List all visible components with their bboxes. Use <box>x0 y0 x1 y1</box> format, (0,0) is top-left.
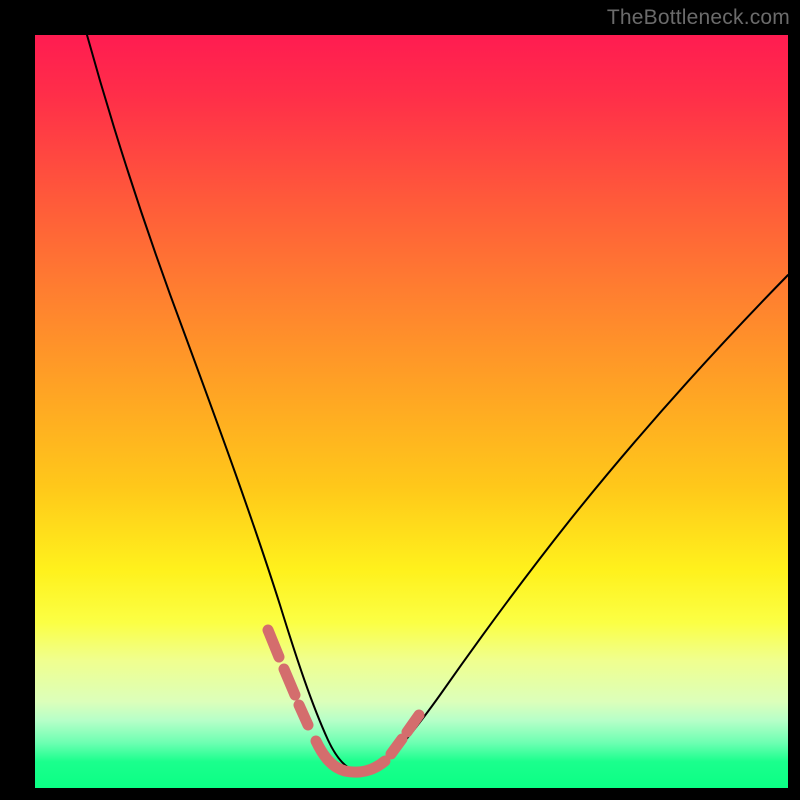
highlight-left <box>268 630 308 725</box>
watermark-text: TheBottleneck.com <box>607 6 790 30</box>
highlight-right <box>391 715 419 754</box>
bottleneck-curve <box>35 35 788 788</box>
plot-area <box>35 35 788 788</box>
chart-frame: TheBottleneck.com <box>0 0 800 800</box>
highlight-bottom <box>316 741 385 772</box>
curve-main <box>87 35 788 771</box>
